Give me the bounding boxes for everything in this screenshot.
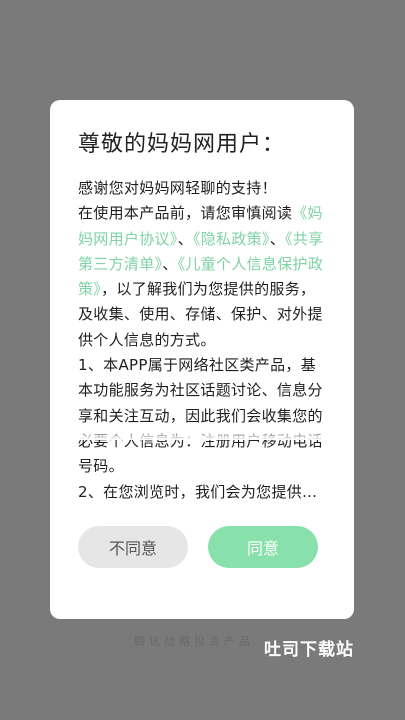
- dialog-body-text: 感谢您对妈妈网轻聊的支持！ 在使用本产品前，请您审慎阅读《妈妈网用户协议》、《隐…: [78, 176, 326, 505]
- strategic-investment-tag: 腾讯战略投资产品: [134, 635, 254, 648]
- text-fade-overlay: [50, 428, 354, 440]
- intro-line-read: 在使用本产品前，请您审慎阅读: [78, 204, 293, 223]
- link-privacy-policy[interactable]: 《隐私政策》: [193, 230, 270, 248]
- privacy-consent-dialog: 尊敬的妈妈网用户： 感谢您对妈妈网轻聊的支持！ 在使用本产品前，请您审慎阅读《妈…: [50, 100, 354, 619]
- separator: 、: [162, 254, 178, 273]
- paragraph-app-info: 1、本APP属于网络社区类产品，基本功能服务为社区话题讨论、信息分享和关注互动，…: [78, 356, 323, 476]
- watermark-logo: 吐司下载站: [264, 640, 354, 660]
- paragraph-consent: 在使用本产品前，请您审慎阅读《妈妈网用户协议》、《隐私政策》、《共享第三方清单》…: [78, 201, 326, 353]
- agree-button[interactable]: 同意: [208, 526, 318, 568]
- dialog-title: 尊敬的妈妈网用户：: [78, 132, 286, 157]
- decline-button[interactable]: 不同意: [78, 526, 188, 568]
- separator: 、: [177, 229, 193, 248]
- paragraph-consent-tail: ，以了解我们为您提供的服务，及收集、使用、存储、保护、对外提供个人信息的方式。: [78, 280, 323, 349]
- separator: 、: [269, 229, 286, 248]
- paragraph-browsing-partial: 2、在您浏览时，我们会为您提供…: [78, 482, 318, 501]
- intro-line-thanks: 感谢您对妈妈网轻聊的支持！: [78, 179, 277, 197]
